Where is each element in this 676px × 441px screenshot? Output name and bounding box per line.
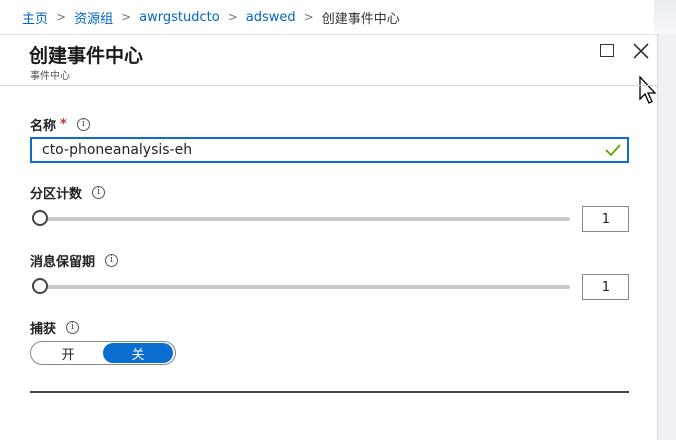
chevron-right-icon: > xyxy=(303,10,314,24)
partition-count-slider[interactable] xyxy=(40,217,570,221)
breadcrumb-resource-group[interactable]: awrgstudcto xyxy=(139,10,220,25)
section-divider xyxy=(30,391,629,393)
breadcrumb-home[interactable]: 主页 xyxy=(22,8,48,27)
partition-count-value: 1 xyxy=(601,211,610,227)
info-icon[interactable]: i xyxy=(76,118,90,131)
name-label: 名称 * i xyxy=(30,115,90,134)
name-input[interactable]: cto-phoneanalysis-eh xyxy=(30,137,629,163)
partition-count-slider-handle[interactable] xyxy=(32,210,48,226)
retention-slider[interactable] xyxy=(40,285,570,289)
required-marker: * xyxy=(60,117,67,132)
retention-slider-handle[interactable] xyxy=(32,278,48,294)
partition-count-input[interactable]: 1 xyxy=(582,206,629,232)
partition-count-label-text: 分区计数 xyxy=(30,187,83,202)
retention-label: 消息保留期 i xyxy=(30,251,119,270)
info-icon[interactable]: i xyxy=(66,321,80,334)
capture-on-option[interactable]: 开 xyxy=(33,343,103,363)
retention-input[interactable]: 1 xyxy=(582,274,629,300)
chevron-right-icon: > xyxy=(121,10,132,24)
capture-off-option[interactable]: 关 xyxy=(103,343,173,363)
capture-label-text: 捕获 xyxy=(30,322,57,337)
breadcrumb: 主页 > 资源组 > awrgstudcto > adswed > 创建事件中心 xyxy=(0,0,676,34)
checkmark-icon xyxy=(605,144,621,157)
name-label-text: 名称 xyxy=(30,119,57,134)
portal-gutter xyxy=(657,34,676,440)
partition-count-label: 分区计数 i xyxy=(30,183,106,202)
page-subtitle: 事件中心 xyxy=(30,71,70,82)
maximize-icon[interactable] xyxy=(600,44,614,57)
create-event-hub-blade: 创建事件中心 事件中心 名称 * i cto-phoneanalysis-eh … xyxy=(0,34,657,441)
info-icon[interactable]: i xyxy=(105,254,119,267)
breadcrumb-current: 创建事件中心 xyxy=(321,11,400,27)
chevron-right-icon: > xyxy=(56,10,67,24)
info-icon[interactable]: i xyxy=(92,186,106,199)
retention-label-text: 消息保留期 xyxy=(30,255,96,270)
header-divider xyxy=(0,85,657,86)
breadcrumb-resource-groups[interactable]: 资源组 xyxy=(74,8,113,27)
mouse-cursor-icon xyxy=(639,75,657,104)
page-title: 创建事件中心 xyxy=(29,45,144,67)
capture-label: 捕获 i xyxy=(30,318,80,337)
close-icon[interactable] xyxy=(631,41,651,61)
capture-toggle[interactable]: 开 关 xyxy=(30,341,176,365)
name-input-value: cto-phoneanalysis-eh xyxy=(42,142,193,158)
portal-background xyxy=(654,0,676,34)
breadcrumb-namespace[interactable]: adswed xyxy=(246,10,296,25)
retention-value: 1 xyxy=(601,279,610,295)
chevron-right-icon: > xyxy=(227,10,238,24)
